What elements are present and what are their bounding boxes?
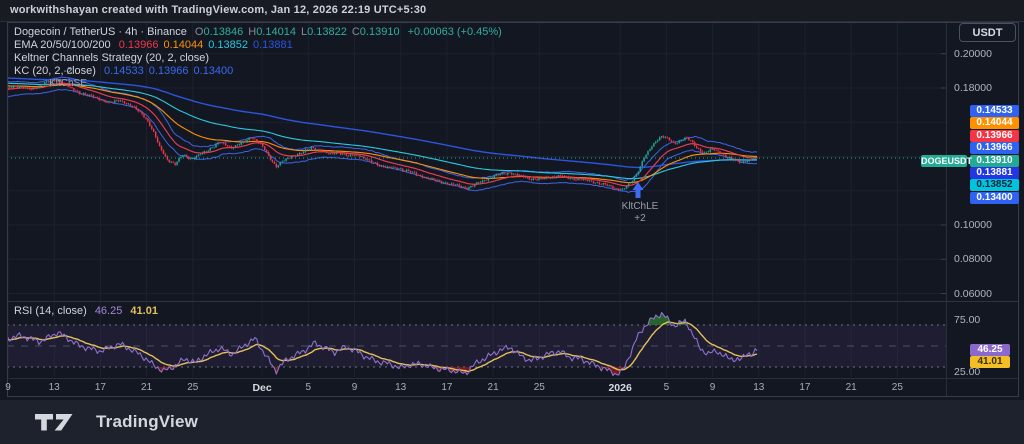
tradingview-wordmark[interactable]: TradingView (96, 412, 198, 432)
long-entry-label: KltChLE (600, 201, 680, 213)
main-pane (0, 77, 757, 192)
time-axis-label: 21 (846, 382, 857, 393)
time-axis-label: 25 (187, 382, 198, 393)
short-entry-qty: -2 (28, 66, 108, 78)
legend-kc-strategy-row[interactable]: Keltner Channels Strategy (20, 2, close) (14, 52, 502, 65)
price-badge: 0.13400 (970, 192, 1019, 204)
time-axis-label: 25 (534, 382, 545, 393)
time-axis-label: 17 (441, 382, 452, 393)
ema-title[interactable]: EMA 20/50/100/200 (14, 39, 111, 51)
price-axis-label: 0.06000 (948, 288, 1024, 300)
kc-value-2: 0.13400 (194, 65, 234, 77)
symbol-title[interactable]: Dogecoin / TetherUS · 4h · Binance (14, 26, 187, 38)
kc-strategy-title[interactable]: Keltner Channels Strategy (20, 2, close) (14, 52, 209, 64)
kc-value-1: 0.13966 (149, 65, 189, 77)
ema-value-1: 0.14044 (163, 39, 203, 51)
time-axis-label: Dec (252, 382, 271, 394)
change-value: +0.00063 (+0.45%) (408, 26, 502, 38)
time-axis-label: 9 (5, 382, 11, 393)
ohlc-O: O0.13846 (195, 26, 243, 38)
time-axis-label: 9 (352, 382, 358, 393)
price-badge: 0.13966 (970, 142, 1019, 154)
legend-symbol-row[interactable]: Dogecoin / TetherUS · 4h · Binance O0.13… (14, 26, 502, 39)
rsi-badge: 41.01 (970, 356, 1010, 368)
symbol-price-tag: DOGEUSDT (921, 155, 967, 167)
ohlc-L: L0.13822 (301, 26, 347, 38)
time-axis-label: 13 (395, 382, 406, 393)
price-axis-label: 0.10000 (948, 219, 1024, 231)
price-badge: 0.13852 (970, 179, 1019, 191)
tradingview-snapshot: workwithshayan created with TradingView.… (0, 0, 1024, 444)
attribution-text: workwithshayan created with TradingView.… (10, 4, 426, 16)
ema-value-3: 0.13881 (253, 39, 293, 51)
rsi-title[interactable]: RSI (14, close) (14, 305, 87, 317)
time-axis-label: 21 (488, 382, 499, 393)
price-badge: 0.14044 (970, 117, 1019, 129)
kc-values: 0.14533 0.13966 0.13400 (99, 65, 233, 77)
price-badge: 0.13910 (970, 155, 1019, 167)
kc-value-0: 0.14533 (104, 65, 144, 77)
price-badge: 0.13966 (970, 130, 1019, 142)
attribution-bar: workwithshayan created with TradingView.… (0, 0, 1024, 22)
rsi-axis-label: 75.00 (948, 314, 1024, 326)
long-entry-marker: KltChLE +2 (600, 201, 680, 224)
rsi-pane (0, 313, 946, 376)
time-axis-label: 17 (799, 382, 810, 393)
rsi-ma-value: 41.01 (130, 305, 158, 317)
ema-value-2: 0.13852 (208, 39, 248, 51)
ohlc-H: H0.14014 (248, 26, 296, 38)
long-entry-qty: +2 (600, 213, 680, 225)
ohlc-C: C0.13910 (352, 26, 400, 38)
short-entry-marker: -2 KltChSE (28, 66, 108, 89)
short-entry-label: KltChSE (28, 78, 108, 90)
price-badge: 0.13881 (970, 167, 1019, 179)
tradingview-logo-icon[interactable] (34, 411, 86, 433)
time-axis-label: 5 (664, 382, 670, 393)
rsi-value: 46.25 (95, 305, 123, 317)
time-axis-label: 21 (141, 382, 152, 393)
legend-ema-row[interactable]: EMA 20/50/100/200 0.139660.140440.138520… (14, 39, 502, 52)
price-axis-label: 0.18000 (948, 82, 1024, 94)
price-badge: 0.14533 (970, 105, 1019, 117)
time-axis-label: 25 (892, 382, 903, 393)
time-axis-label: 5 (306, 382, 312, 393)
ema-value-0: 0.13966 (119, 39, 159, 51)
time-axis-label: 13 (753, 382, 764, 393)
price-axis-label: 0.20000 (948, 48, 1024, 60)
ohlc-values: O0.13846 H0.14014 L0.13822 C0.13910 (190, 26, 400, 38)
ema-values: 0.13966 0.14044 0.13852 0.13881 (114, 39, 293, 51)
rsi-badge: 46.25 (970, 344, 1010, 356)
time-axis-label: 17 (95, 382, 106, 393)
rsi-legend[interactable]: RSI (14, close) 46.25 41.01 (14, 305, 158, 317)
time-axis-label: 13 (49, 382, 60, 393)
rsi-axis-label: 25.00 (948, 366, 1024, 378)
price-axis-label: 0.08000 (948, 253, 1024, 265)
currency-toggle-button[interactable]: USDT (959, 23, 1016, 42)
time-axis-label: 9 (710, 382, 716, 393)
time-axis-label: 2026 (608, 382, 631, 394)
